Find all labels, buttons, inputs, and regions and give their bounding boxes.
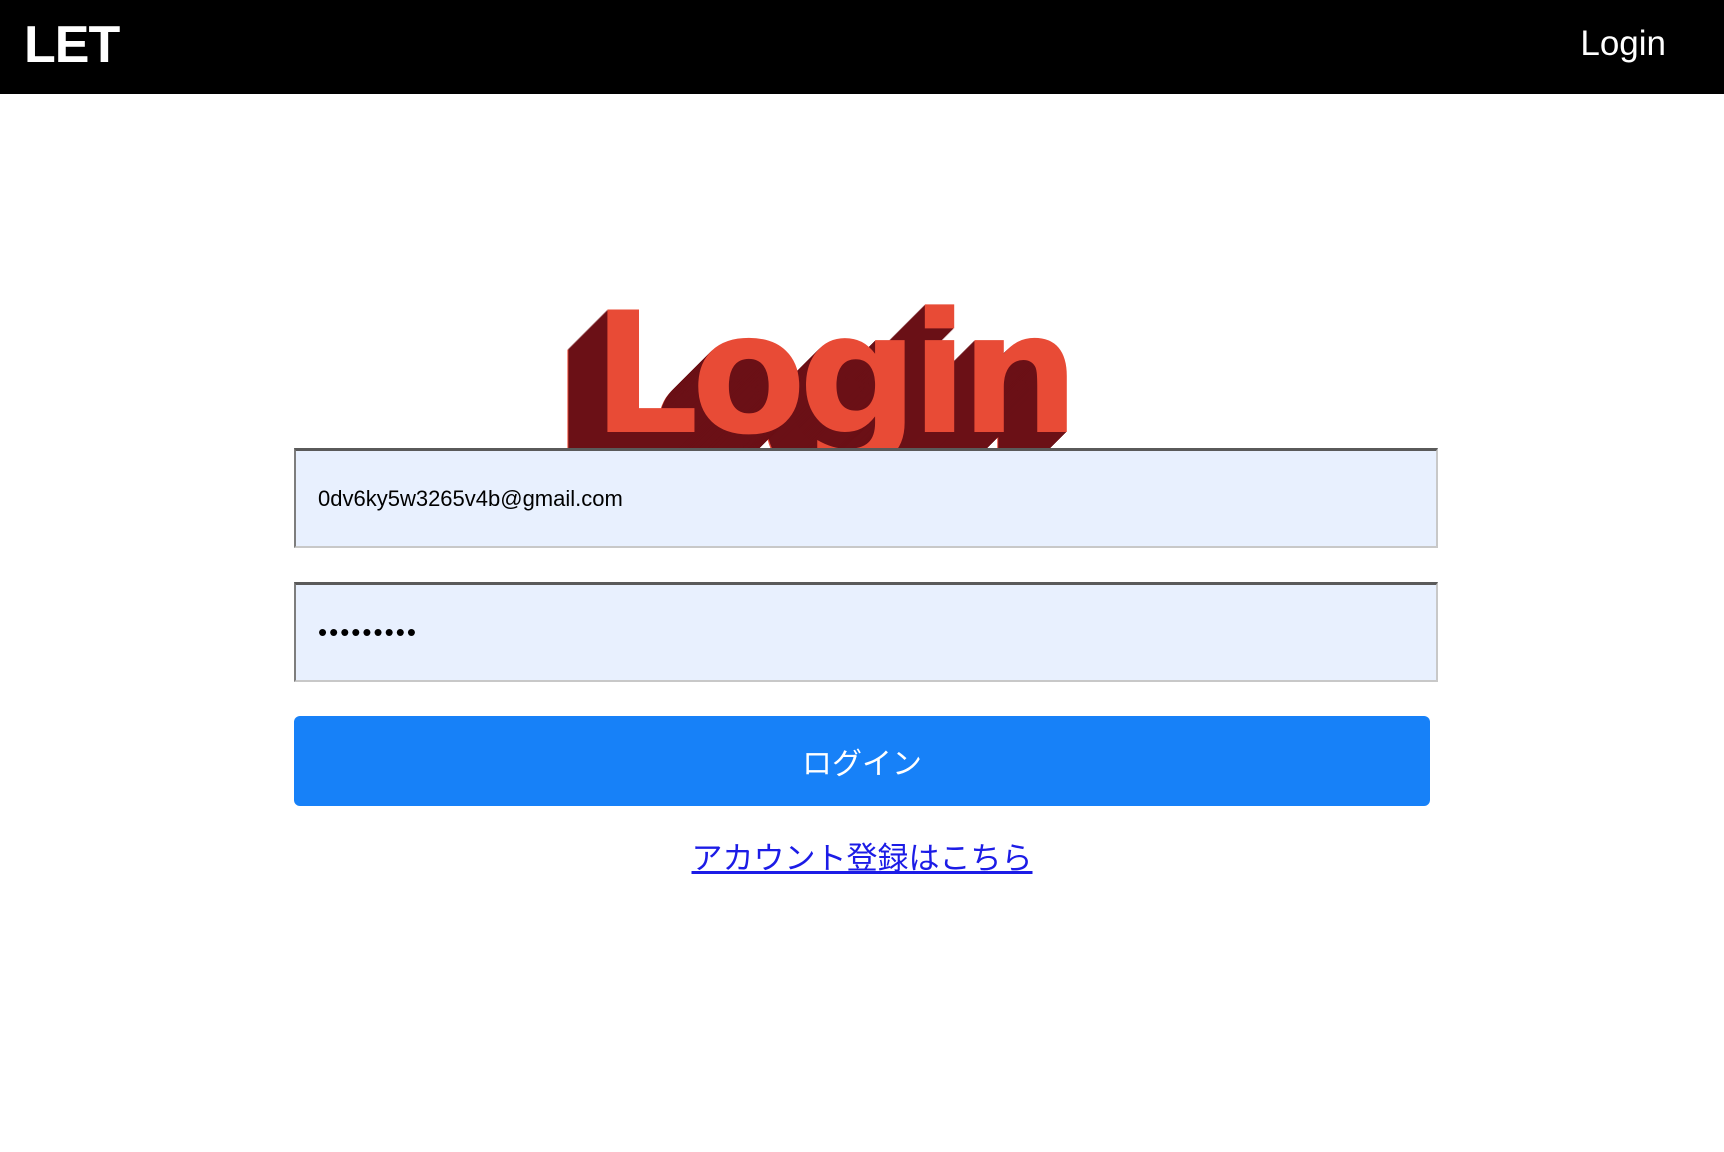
email-field[interactable] — [294, 448, 1438, 548]
password-field[interactable] — [294, 582, 1438, 682]
top-navbar: LET Login — [0, 0, 1724, 94]
brand-logo[interactable]: LET — [24, 14, 120, 76]
register-link[interactable]: アカウント登録はこちら — [692, 841, 1033, 877]
hero-title-text: Login — [592, 276, 1072, 472]
login-page: Login Login Login Login Login Login Login Login… — [0, 94, 1724, 1152]
register-link-container: アカウント登録はこちら — [0, 839, 1724, 879]
nav-login-link[interactable]: Login — [1580, 22, 1666, 66]
login-button[interactable]: ログイン — [294, 716, 1430, 806]
